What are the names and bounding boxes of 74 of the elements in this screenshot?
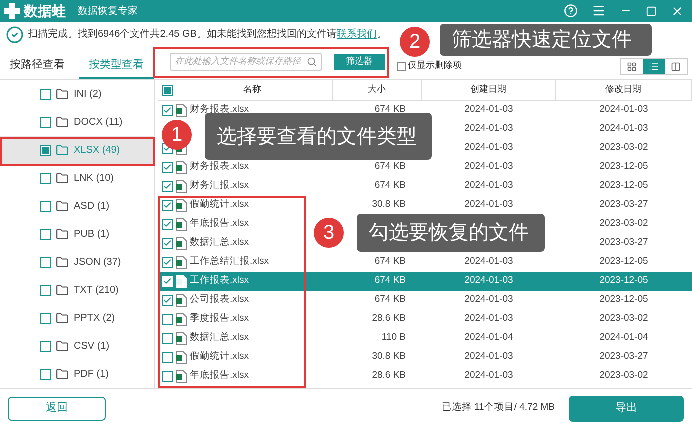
created-date: 2024-01-03	[464, 103, 514, 118]
modified-date: 2023-12-05	[600, 274, 648, 288]
created-date: 2024-01-03	[464, 122, 514, 136]
file-size: 28.6 KB	[372, 312, 406, 326]
file-type-label: PDF (1)	[74, 368, 109, 382]
created-date: 2024-01-03	[464, 369, 514, 384]
checkbox-label: 仅显示删除项	[408, 59, 462, 72]
file-name: 数据汇总.xlsx	[190, 331, 249, 346]
file-type-label: ASD (1)	[74, 200, 110, 214]
file-size: 30.8 KB	[372, 198, 406, 212]
created-date: 2024-01-03	[464, 274, 514, 288]
file-type-label: TXT (210)	[74, 284, 119, 298]
modified-date: 2024-01-04	[600, 331, 648, 346]
modified-date: 2023-03-02	[600, 141, 648, 156]
scan-status-text: 扫描完成。找到6946个文件共2.45 GB。如未能找到您想找回的文件请联系我们。	[28, 28, 387, 42]
file-size: 674 KB	[374, 274, 406, 288]
file-size: 110 B	[382, 331, 406, 346]
created-date: 2024-01-03	[464, 179, 514, 194]
file-name: 财务汇报.xlsx	[190, 179, 249, 194]
modified-date: 2023-03-02	[600, 217, 648, 232]
file-type-label: XLSX (49)	[74, 144, 120, 158]
modified-date: 2024-01-03	[600, 122, 648, 136]
file-name: 年底报告.xlsx	[190, 369, 249, 384]
file-name: 假勤统计.xlsx	[190, 350, 249, 364]
file-type-label: LNK (10)	[74, 172, 114, 186]
file-size: 674 KB	[374, 179, 406, 194]
created-date: 2024-01-03	[464, 350, 514, 364]
file-name: 公司报表.xlsx	[190, 293, 249, 308]
created-date: 2024-01-03	[464, 312, 514, 326]
modified-date: 2023-03-27	[600, 236, 648, 250]
callout-text: 筛选器快速定位文件	[452, 30, 632, 50]
file-type-label: JSON (37)	[74, 256, 122, 270]
file-size: 674 KB	[374, 293, 406, 308]
step-number-tooltip: 3	[314, 218, 344, 248]
created-date: 2024-01-03	[464, 141, 514, 156]
file-type-label: DOCX (11)	[74, 116, 123, 130]
selection-summary: 已选择 11个项目/ 4.72 MB	[442, 401, 555, 416]
modified-date: 2023-12-05	[600, 160, 648, 174]
created-date: 2024-01-03	[464, 160, 514, 174]
created-date: 2024-01-03	[464, 293, 514, 308]
file-size: 30.8 KB	[372, 350, 406, 364]
file-name: 年底报告.xlsx	[190, 217, 249, 232]
created-date: 2024-01-03	[464, 198, 514, 212]
created-date: 2024-01-04	[464, 331, 514, 346]
modified-date: 2023-03-27	[600, 198, 648, 212]
file-name: 季度报告.xlsx	[190, 312, 249, 326]
file-type-label: PUB (1)	[74, 228, 110, 242]
modified-date: 2023-12-05	[600, 293, 648, 308]
modified-date: 2023-12-05	[600, 179, 648, 194]
file-name: 工作总结汇报.xlsx	[190, 255, 269, 270]
file-type-label: PPTX (2)	[74, 312, 116, 326]
file-size: 674 KB	[374, 160, 406, 174]
modified-date: 2023-12-05	[600, 255, 648, 270]
file-name: 假勤统计.xlsx	[190, 198, 249, 212]
file-name: 财务报表.xlsx	[190, 160, 249, 174]
step-number-tooltip: 2	[400, 27, 430, 57]
created-date: 2024-01-03	[464, 255, 514, 270]
file-size: 28.6 KB	[372, 369, 406, 384]
file-size: 674 KB	[374, 103, 406, 118]
file-type-label: INI (2)	[74, 88, 102, 102]
file-name: 财务报表.xlsx	[190, 103, 249, 118]
file-size: 674 KB	[374, 255, 406, 270]
app-subtitle: 数据恢复专家	[78, 4, 138, 18]
modified-date: 2024-01-03	[600, 103, 648, 118]
file-type-label: CSV (1)	[74, 340, 110, 354]
file-name: 数据汇总.xlsx	[190, 236, 249, 250]
step-number-tooltip: 1	[162, 120, 192, 150]
file-name: 工作报表.xlsx	[190, 274, 249, 288]
callout-text: 选择要查看的文件类型	[217, 126, 417, 146]
callout-text: 勾选要恢复的文件	[369, 223, 529, 243]
app-name: 数据蛙	[24, 2, 66, 20]
modified-date: 2023-03-02	[600, 312, 648, 326]
modified-date: 2023-03-27	[600, 350, 648, 364]
modified-date: 2023-03-02	[600, 369, 648, 384]
